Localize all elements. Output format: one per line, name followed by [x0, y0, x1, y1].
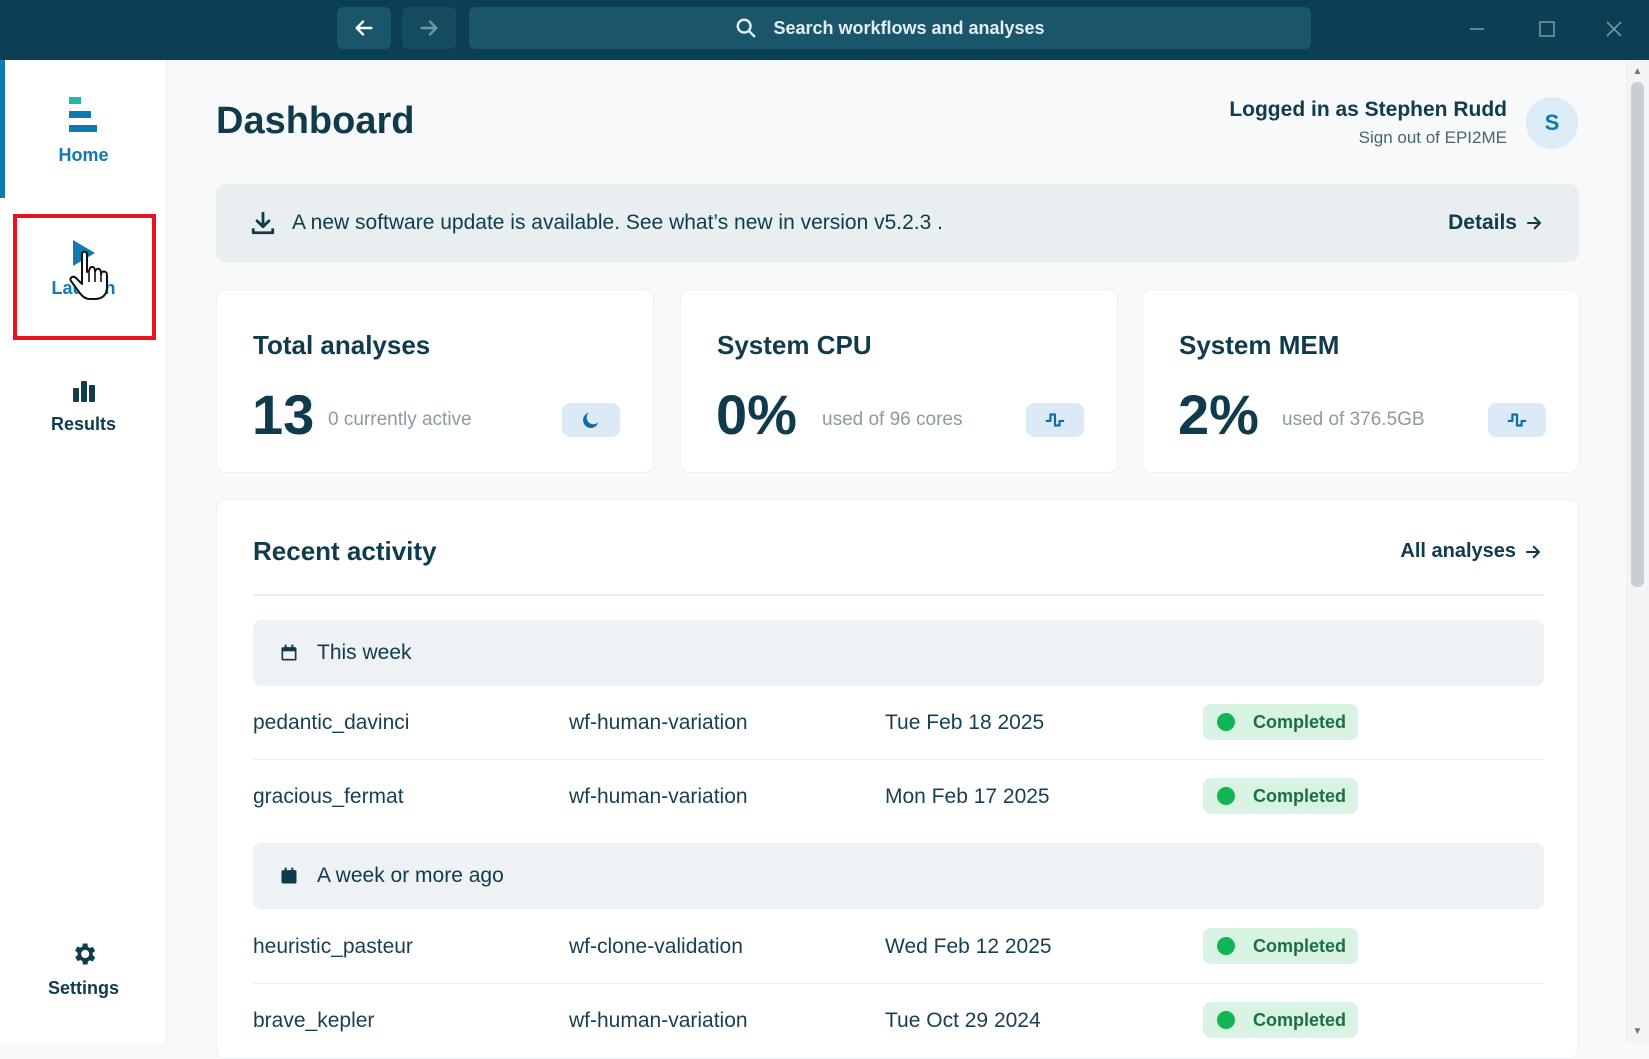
- status-label: Completed: [1253, 711, 1347, 732]
- status-badge: Completed: [1203, 1002, 1359, 1038]
- home-logo-icon: [68, 97, 97, 132]
- maximize-button[interactable]: [1530, 12, 1564, 46]
- details-label: Details: [1448, 211, 1517, 234]
- logged-in-text: Logged in as Stephen Rudd: [1229, 98, 1507, 121]
- title-bar: Search workflows and analyses: [0, 0, 1649, 60]
- status-label: Completed: [1253, 785, 1347, 806]
- status-dot-icon: [1217, 1011, 1235, 1029]
- all-analyses-label: All analyses: [1400, 540, 1516, 562]
- sidebar-item-home[interactable]: Home: [0, 95, 167, 166]
- stat-subtext: 0 currently active: [328, 409, 472, 430]
- status-dot-icon: [1217, 937, 1235, 955]
- all-analyses-link[interactable]: All analyses: [1400, 540, 1542, 563]
- sign-out-link[interactable]: Sign out of EPI2ME: [1229, 128, 1507, 148]
- pulse-icon: [1026, 403, 1084, 437]
- analysis-name[interactable]: brave_kepler: [253, 1009, 374, 1033]
- back-button[interactable]: [337, 7, 391, 49]
- arrow-right-icon: [1526, 216, 1542, 230]
- search-input[interactable]: Search workflows and analyses: [469, 7, 1311, 49]
- stat-value: 13: [252, 383, 315, 446]
- sidebar-item-settings[interactable]: Settings: [0, 940, 167, 999]
- search-placeholder: Search workflows and analyses: [773, 17, 1045, 38]
- update-message: A new software update is available. See …: [292, 211, 943, 234]
- group-header: A week or more ago: [253, 843, 1544, 909]
- scrollbar[interactable]: ▲ ▼: [1626, 60, 1649, 1043]
- close-icon: [1606, 21, 1622, 37]
- page-title: Dashboard: [216, 100, 415, 142]
- analysis-name[interactable]: pedantic_davinci: [253, 711, 409, 735]
- search-icon: [736, 18, 756, 38]
- stat-card-system-cpu: System CPU 0% used of 96 cores: [680, 289, 1118, 473]
- update-banner: A new software update is available. See …: [216, 184, 1579, 262]
- status-badge: Completed: [1203, 704, 1359, 740]
- pulse-icon: [1488, 403, 1546, 437]
- table-row[interactable]: brave_kepler wf-human-variation Tue Oct …: [253, 984, 1544, 1058]
- analysis-name[interactable]: gracious_fermat: [253, 785, 404, 809]
- workflow-name: wf-human-variation: [569, 1009, 748, 1032]
- group-label: This week: [317, 641, 412, 664]
- recent-activity-panel: Recent activity All analyses This week p…: [216, 499, 1579, 1059]
- scroll-thumb[interactable]: [1631, 82, 1644, 587]
- sidebar-item-label: Settings: [47, 978, 119, 998]
- stat-title: System CPU: [717, 330, 872, 360]
- workflow-name: wf-clone-validation: [569, 935, 743, 958]
- table-row[interactable]: pedantic_davinci wf-human-variation Tue …: [253, 686, 1544, 760]
- section-title: Recent activity: [253, 536, 437, 566]
- status-badge: Completed: [1203, 778, 1359, 814]
- analysis-date: Tue Feb 18 2025: [885, 711, 1045, 734]
- calendar-icon: [281, 867, 297, 884]
- group-header: This week: [253, 620, 1544, 686]
- forward-button[interactable]: [402, 7, 456, 49]
- status-label: Completed: [1253, 935, 1347, 956]
- workflow-name: wf-human-variation: [569, 785, 748, 808]
- table-row[interactable]: gracious_fermat wf-human-variation Mon F…: [253, 760, 1544, 834]
- avatar[interactable]: S: [1526, 97, 1578, 149]
- arrow-right-icon: [1525, 545, 1541, 558]
- arrow-left-icon: [355, 20, 373, 36]
- status-label: Completed: [1253, 1009, 1347, 1030]
- moon-icon: [562, 403, 620, 437]
- stat-title: Total analyses: [253, 330, 431, 360]
- user-info: Logged in as Stephen Rudd Sign out of EP…: [1229, 98, 1507, 148]
- stat-subtext: used of 376.5GB: [1282, 409, 1425, 430]
- status-badge: Completed: [1203, 928, 1359, 964]
- hand-cursor-icon: [69, 250, 108, 300]
- minimize-button[interactable]: [1460, 12, 1494, 46]
- status-dot-icon: [1217, 787, 1235, 805]
- status-dot-icon: [1217, 713, 1235, 731]
- analysis-date: Wed Feb 12 2025: [885, 935, 1052, 958]
- analysis-date: Mon Feb 17 2025: [885, 785, 1050, 808]
- divider: [253, 594, 1544, 596]
- details-link[interactable]: Details: [1448, 211, 1543, 235]
- minimize-icon: [1470, 28, 1484, 30]
- sidebar-item-label: Results: [50, 414, 117, 434]
- analysis-date: Tue Oct 29 2024: [885, 1009, 1041, 1032]
- scroll-up-icon[interactable]: ▲: [1631, 66, 1644, 78]
- sidebar: Home Launch Results Settings: [0, 60, 167, 1043]
- stat-value: 2%: [1178, 383, 1259, 446]
- arrow-right-icon: [420, 20, 438, 36]
- stat-card-total-analyses: Total analyses 13 0 currently active: [216, 289, 654, 473]
- table-row[interactable]: heuristic_pasteur wf-clone-validation We…: [253, 910, 1544, 984]
- group-label: A week or more ago: [317, 864, 504, 887]
- bar-chart-icon: [72, 381, 95, 402]
- workflow-name: wf-human-variation: [569, 711, 748, 734]
- stat-card-system-mem: System MEM 2% used of 376.5GB: [1142, 289, 1580, 473]
- analysis-name[interactable]: heuristic_pasteur: [253, 935, 413, 959]
- gear-icon: [74, 943, 95, 965]
- calendar-icon: [281, 644, 297, 661]
- stat-value: 0%: [716, 383, 797, 446]
- stat-subtext: used of 96 cores: [822, 409, 963, 430]
- download-icon: [251, 211, 275, 235]
- scroll-down-icon[interactable]: ▼: [1631, 1026, 1644, 1038]
- sidebar-item-label: Home: [58, 145, 109, 165]
- sidebar-item-results[interactable]: Results: [0, 378, 167, 435]
- stat-title: System MEM: [1179, 330, 1340, 360]
- maximize-icon: [1539, 21, 1555, 37]
- close-button[interactable]: [1597, 12, 1631, 46]
